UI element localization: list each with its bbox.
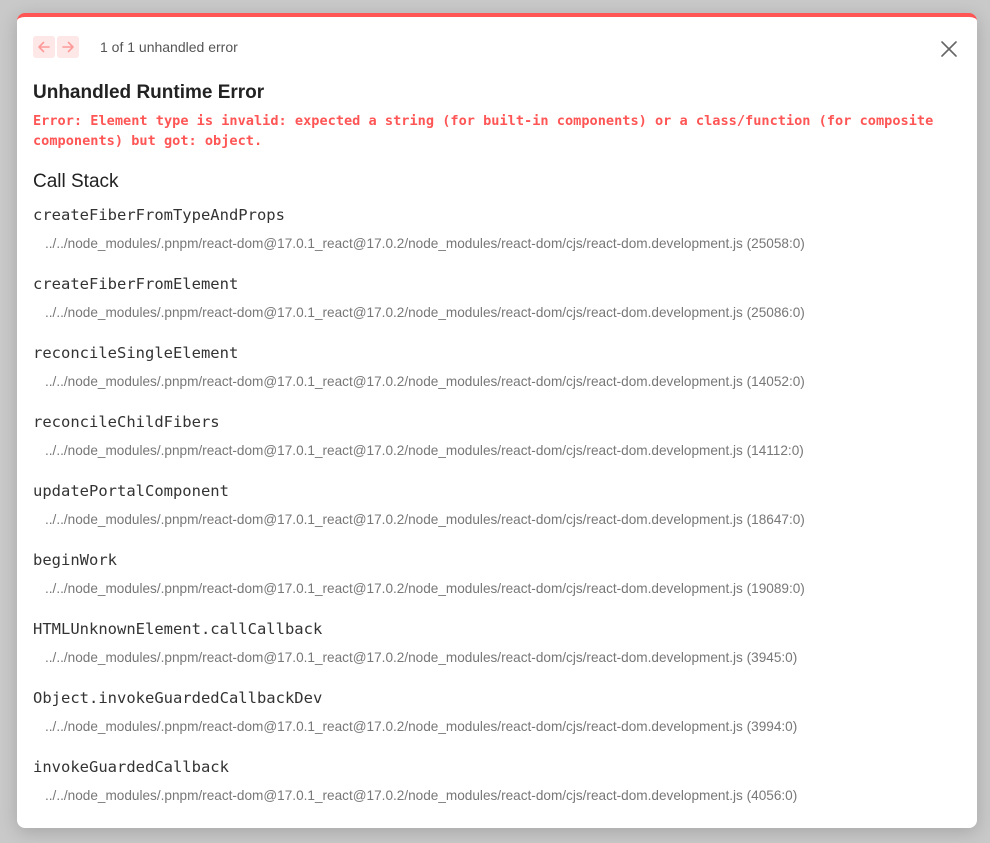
error-pagination: 1 of 1 unhandled error — [33, 36, 238, 58]
stack-frame[interactable]: reconcileChildFibers ../../node_modules/… — [33, 402, 961, 471]
stack-frame[interactable]: updatePortalComponent ../../node_modules… — [33, 471, 961, 540]
close-button[interactable] — [939, 39, 959, 59]
frame-location[interactable]: ../../node_modules/.pnpm/react-dom@17.0.… — [33, 373, 961, 391]
frame-location[interactable]: ../../node_modules/.pnpm/react-dom@17.0.… — [33, 649, 961, 667]
frame-location[interactable]: ../../node_modules/.pnpm/react-dom@17.0.… — [33, 511, 961, 529]
close-icon — [941, 41, 957, 57]
next-error-button[interactable] — [57, 36, 79, 58]
frame-function: Object.invokeGuardedCallbackDev — [33, 689, 323, 707]
error-overlay-dialog: 1 of 1 unhandled error Unhandled Runtime… — [17, 13, 977, 828]
frame-function: createFiberFromTypeAndProps — [33, 206, 285, 224]
error-title: Unhandled Runtime Error — [33, 82, 265, 103]
stack-frame[interactable]: Object.invokeGuardedCallbackDev ../../no… — [33, 678, 961, 747]
frame-function: reconcileChildFibers — [33, 413, 220, 431]
frame-function: invokeGuardedCallback — [33, 758, 229, 776]
error-count: 1 of 1 unhandled error — [100, 39, 238, 55]
stack-frame[interactable]: createFiberFromElement ../../node_module… — [33, 264, 961, 333]
stack-frame[interactable]: reconcileSingleElement ../../node_module… — [33, 333, 961, 402]
stack-frame[interactable]: beginWork$1 — [33, 816, 961, 828]
stack-frame[interactable]: HTMLUnknownElement.callCallback ../../no… — [33, 609, 961, 678]
call-stack-heading: Call Stack — [33, 171, 119, 192]
stack-frame[interactable]: beginWork ../../node_modules/.pnpm/react… — [33, 540, 961, 609]
frame-location[interactable]: ../../node_modules/.pnpm/react-dom@17.0.… — [33, 442, 961, 460]
call-stack-list: createFiberFromTypeAndProps ../../node_m… — [33, 195, 961, 828]
arrow-right-icon — [62, 41, 74, 53]
frame-function: HTMLUnknownElement.callCallback — [33, 620, 323, 638]
frame-location[interactable]: ../../node_modules/.pnpm/react-dom@17.0.… — [33, 304, 961, 322]
stack-frame[interactable]: invokeGuardedCallback ../../node_modules… — [33, 747, 961, 816]
error-message: Error: Element type is invalid: expected… — [33, 113, 934, 149]
frame-location[interactable]: ../../node_modules/.pnpm/react-dom@17.0.… — [33, 787, 961, 805]
error-content: Unhandled Runtime Error Error: Element t… — [33, 81, 961, 828]
frame-location[interactable]: ../../node_modules/.pnpm/react-dom@17.0.… — [33, 718, 961, 736]
arrow-left-icon — [38, 41, 50, 53]
frame-function: updatePortalComponent — [33, 482, 229, 500]
frame-location[interactable]: ../../node_modules/.pnpm/react-dom@17.0.… — [33, 580, 961, 598]
frame-location[interactable]: ../../node_modules/.pnpm/react-dom@17.0.… — [33, 235, 961, 253]
frame-function: reconcileSingleElement — [33, 344, 239, 362]
frame-function: createFiberFromElement — [33, 275, 239, 293]
previous-error-button[interactable] — [33, 36, 55, 58]
frame-function: beginWork$1 — [33, 816, 961, 828]
stack-frame[interactable]: createFiberFromTypeAndProps ../../node_m… — [33, 195, 961, 264]
frame-function: beginWork — [33, 551, 117, 569]
